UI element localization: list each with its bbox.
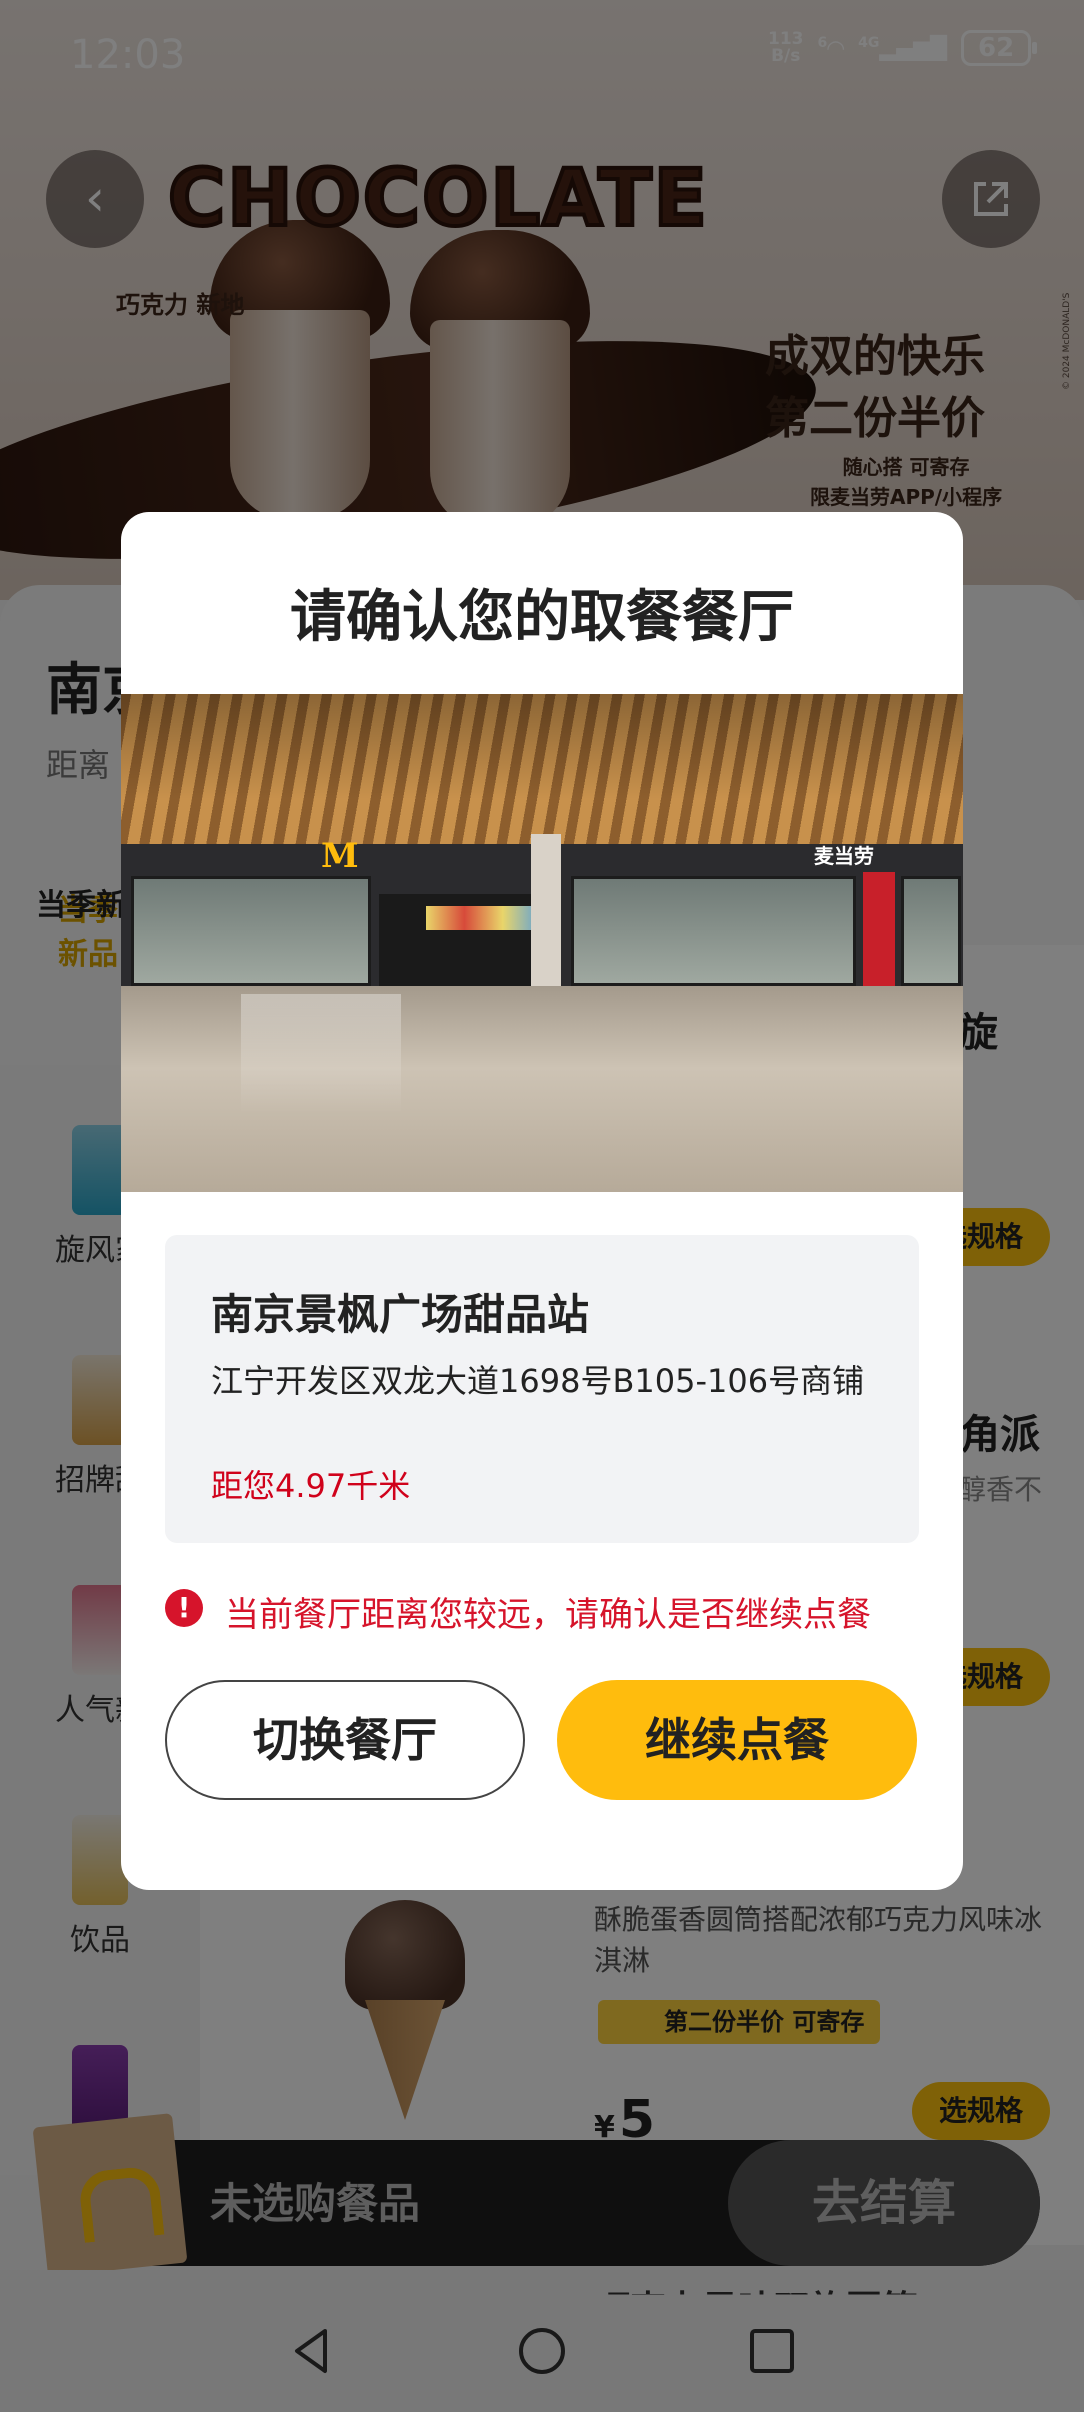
store-address: 江宁开发区双龙大道1698号B105-106号商铺 <box>211 1362 865 1400</box>
distance-warning: 当前餐厅距离您较远，请确认是否继续点餐 <box>225 1595 871 1635</box>
switch-restaurant-button[interactable]: 切换餐厅 <box>165 1680 525 1800</box>
store-info-card: 南京景枫广场甜品站 江宁开发区双龙大道1698号B105-106号商铺 距您4.… <box>165 1235 919 1543</box>
confirm-restaurant-dialog: 请确认您的取餐餐厅 M 麦当劳 南京景枫广场甜品站 江宁开发区双龙大道1698号… <box>121 512 963 1890</box>
photo-store-sign: 麦当劳 <box>814 844 874 868</box>
warning-icon: ! <box>165 1589 203 1627</box>
store-distance: 距您4.97千米 <box>211 1467 411 1505</box>
restaurant-photo: M 麦当劳 <box>121 694 963 1192</box>
continue-ordering-button[interactable]: 继续点餐 <box>557 1680 917 1800</box>
dialog-title: 请确认您的取餐餐厅 <box>290 585 794 650</box>
store-name: 南京景枫广场甜品站 <box>211 1290 590 1339</box>
mcdonalds-logo-icon: M <box>321 836 359 876</box>
